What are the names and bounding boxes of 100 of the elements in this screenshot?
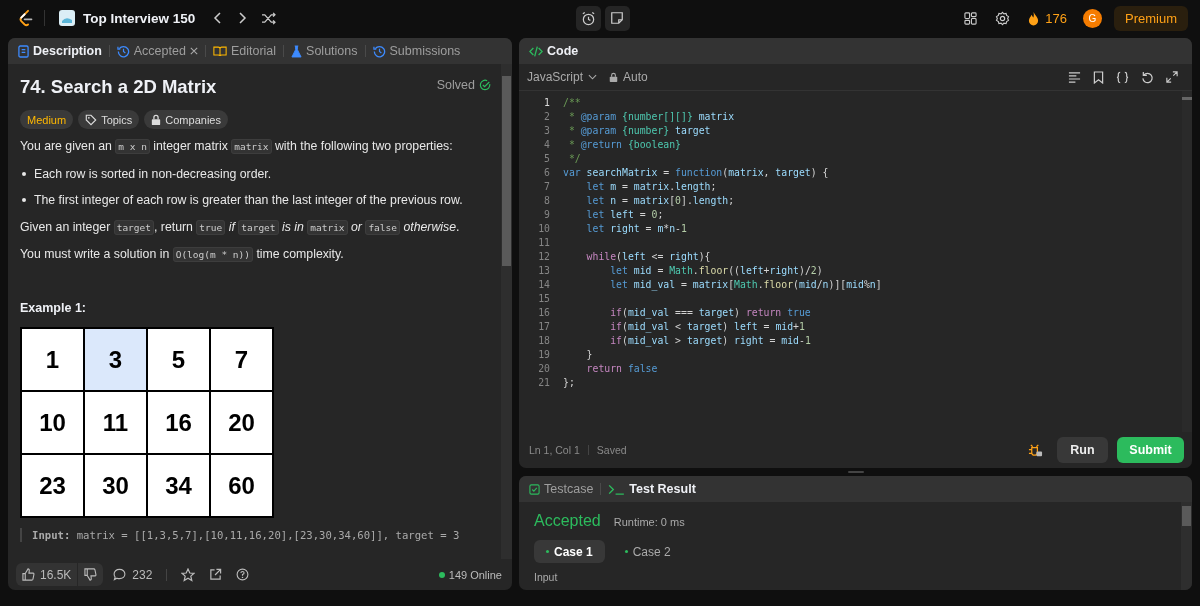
terminal-icon — [608, 483, 626, 495]
example-heading: Example 1: — [20, 301, 87, 315]
star-icon[interactable] — [181, 567, 196, 582]
format-icon[interactable] — [1068, 70, 1081, 84]
logo-icon[interactable] — [17, 8, 34, 28]
code-line: * @return {boolean} — [567, 138, 681, 150]
help-icon[interactable] — [236, 568, 250, 581]
matrix-cell: 20 — [211, 392, 272, 453]
code-icon — [529, 44, 543, 58]
panel-tab[interactable]: Submissions — [370, 44, 463, 58]
thumbs-up-icon[interactable] — [22, 568, 35, 581]
close-icon[interactable] — [189, 47, 198, 55]
case-tab[interactable]: Case 1 — [534, 540, 605, 563]
line-number: 6 — [543, 166, 550, 178]
code-line: * @param {number[][]} matrix — [567, 110, 735, 122]
line-number: 4 — [543, 138, 550, 150]
flask-icon — [291, 44, 303, 58]
comment-icon[interactable] — [113, 568, 127, 581]
matrix-cell: 1 — [22, 329, 83, 390]
braces-icon[interactable] — [1116, 70, 1129, 84]
line-number: 8 — [543, 194, 550, 206]
line-number: 16 — [537, 307, 550, 319]
panel-tab[interactable]: Testcase — [527, 482, 596, 496]
settings-icon[interactable] — [995, 10, 1011, 26]
panel-tab[interactable]: Code — [527, 44, 581, 58]
notes-button[interactable] — [604, 5, 630, 31]
online-dot-icon — [438, 571, 445, 578]
difficulty-badge: Medium — [20, 110, 74, 129]
bullet-item: The first integer of each row is greater than the last integer of the previous row. — [20, 192, 491, 208]
matrix-cell: 11 — [85, 392, 146, 453]
bookmark-icon[interactable] — [1093, 70, 1104, 84]
tag-chip[interactable]: Companies — [144, 110, 228, 129]
book-icon — [212, 45, 227, 57]
tag-icon — [85, 113, 98, 126]
previous-icon[interactable] — [213, 11, 224, 25]
description-paragraph: Given an integer target , return true if target is in matrix or false otherwise. — [20, 218, 461, 236]
expand-icon[interactable] — [1166, 71, 1178, 83]
study-plan-icon — [59, 10, 75, 26]
input-label: Input — [534, 571, 559, 584]
matrix-cell: 34 — [148, 455, 209, 516]
scrollbar[interactable] — [501, 64, 512, 559]
code-line: if(mid_val === target) return true — [609, 307, 811, 319]
chevron-down-icon — [588, 74, 598, 80]
line-number: 17 — [537, 321, 550, 333]
save-status: Saved — [596, 444, 627, 456]
line-number: 12 — [537, 251, 550, 263]
line-number: 3 — [543, 124, 550, 136]
history-icon — [116, 44, 130, 58]
debugger-icon[interactable] — [1028, 442, 1043, 458]
note-icon — [610, 11, 624, 25]
panel-tab[interactable]: Test Result — [606, 482, 698, 496]
shuffle-icon[interactable] — [261, 11, 277, 25]
code-line: if(mid_val < target) left = mid+1 — [609, 321, 805, 333]
line-number: 20 — [537, 363, 550, 375]
lock-icon — [151, 113, 162, 126]
code-line: var searchMatrix = function(matrix, target) { — [563, 166, 829, 178]
code-line: let m = matrix.length; — [585, 180, 717, 192]
alarm-clock-icon — [580, 10, 596, 26]
verdict-label: Accepted — [534, 512, 601, 530]
line-number: 10 — [537, 222, 550, 234]
code-line: */ — [567, 152, 581, 164]
panel-tab[interactable]: Editorial — [210, 44, 279, 58]
panel-tab[interactable]: Accepted — [114, 44, 200, 58]
code-line: return false — [585, 363, 658, 375]
code-line: }; — [563, 377, 575, 389]
problem-list-title[interactable]: Top Interview 150 — [83, 10, 196, 26]
code-line: let mid = Math.floor((left+right)/2) — [609, 265, 823, 277]
matrix-cell: 23 — [22, 455, 83, 516]
check-circle-icon — [479, 79, 491, 91]
cursor-position: Ln 1, Col 1 — [529, 444, 580, 456]
solved-status: Solved — [436, 78, 475, 92]
panel-tab[interactable]: Description — [16, 44, 104, 58]
line-number: 21 — [537, 377, 550, 389]
scrollbar[interactable] — [1181, 502, 1192, 590]
streak-count[interactable]: 176 — [1045, 10, 1067, 26]
run-button[interactable]: Run — [1057, 437, 1108, 463]
share-icon[interactable] — [209, 568, 223, 581]
matrix-cell: 60 — [211, 455, 272, 516]
matrix-cell: 5 — [148, 329, 209, 390]
code-line: if(mid_val > target) right = mid-1 — [609, 335, 811, 347]
code-line: let mid_val = matrix[Math.floor(mid/n)][mid%n] — [609, 279, 882, 291]
line-number: 14 — [537, 279, 550, 291]
matrix-cell: 16 — [148, 392, 209, 453]
language-dropdown[interactable]: JavaScript — [527, 70, 598, 84]
next-icon[interactable] — [237, 11, 248, 25]
line-number: 11 — [537, 237, 550, 248]
comment-count[interactable]: 232 — [132, 567, 153, 582]
tag-chip[interactable]: Topics — [78, 110, 140, 129]
panel-tab[interactable]: Solutions — [289, 44, 360, 58]
line-number: 19 — [537, 349, 550, 361]
timer-button[interactable] — [575, 5, 601, 31]
code-line: let right = m*n-1 — [585, 222, 687, 234]
matrix-cell: 10 — [22, 392, 83, 453]
premium-button[interactable]: Premium — [1114, 5, 1188, 31]
layout-icon[interactable] — [964, 11, 978, 25]
description-paragraph: You must write a solution in O(log(m * n)) time complexity. — [20, 246, 345, 263]
line-number: 5 — [543, 152, 550, 164]
thumbs-down-icon[interactable] — [84, 568, 98, 581]
reset-icon[interactable] — [1141, 70, 1154, 84]
case-tab[interactable]: Case 2 — [612, 540, 683, 563]
